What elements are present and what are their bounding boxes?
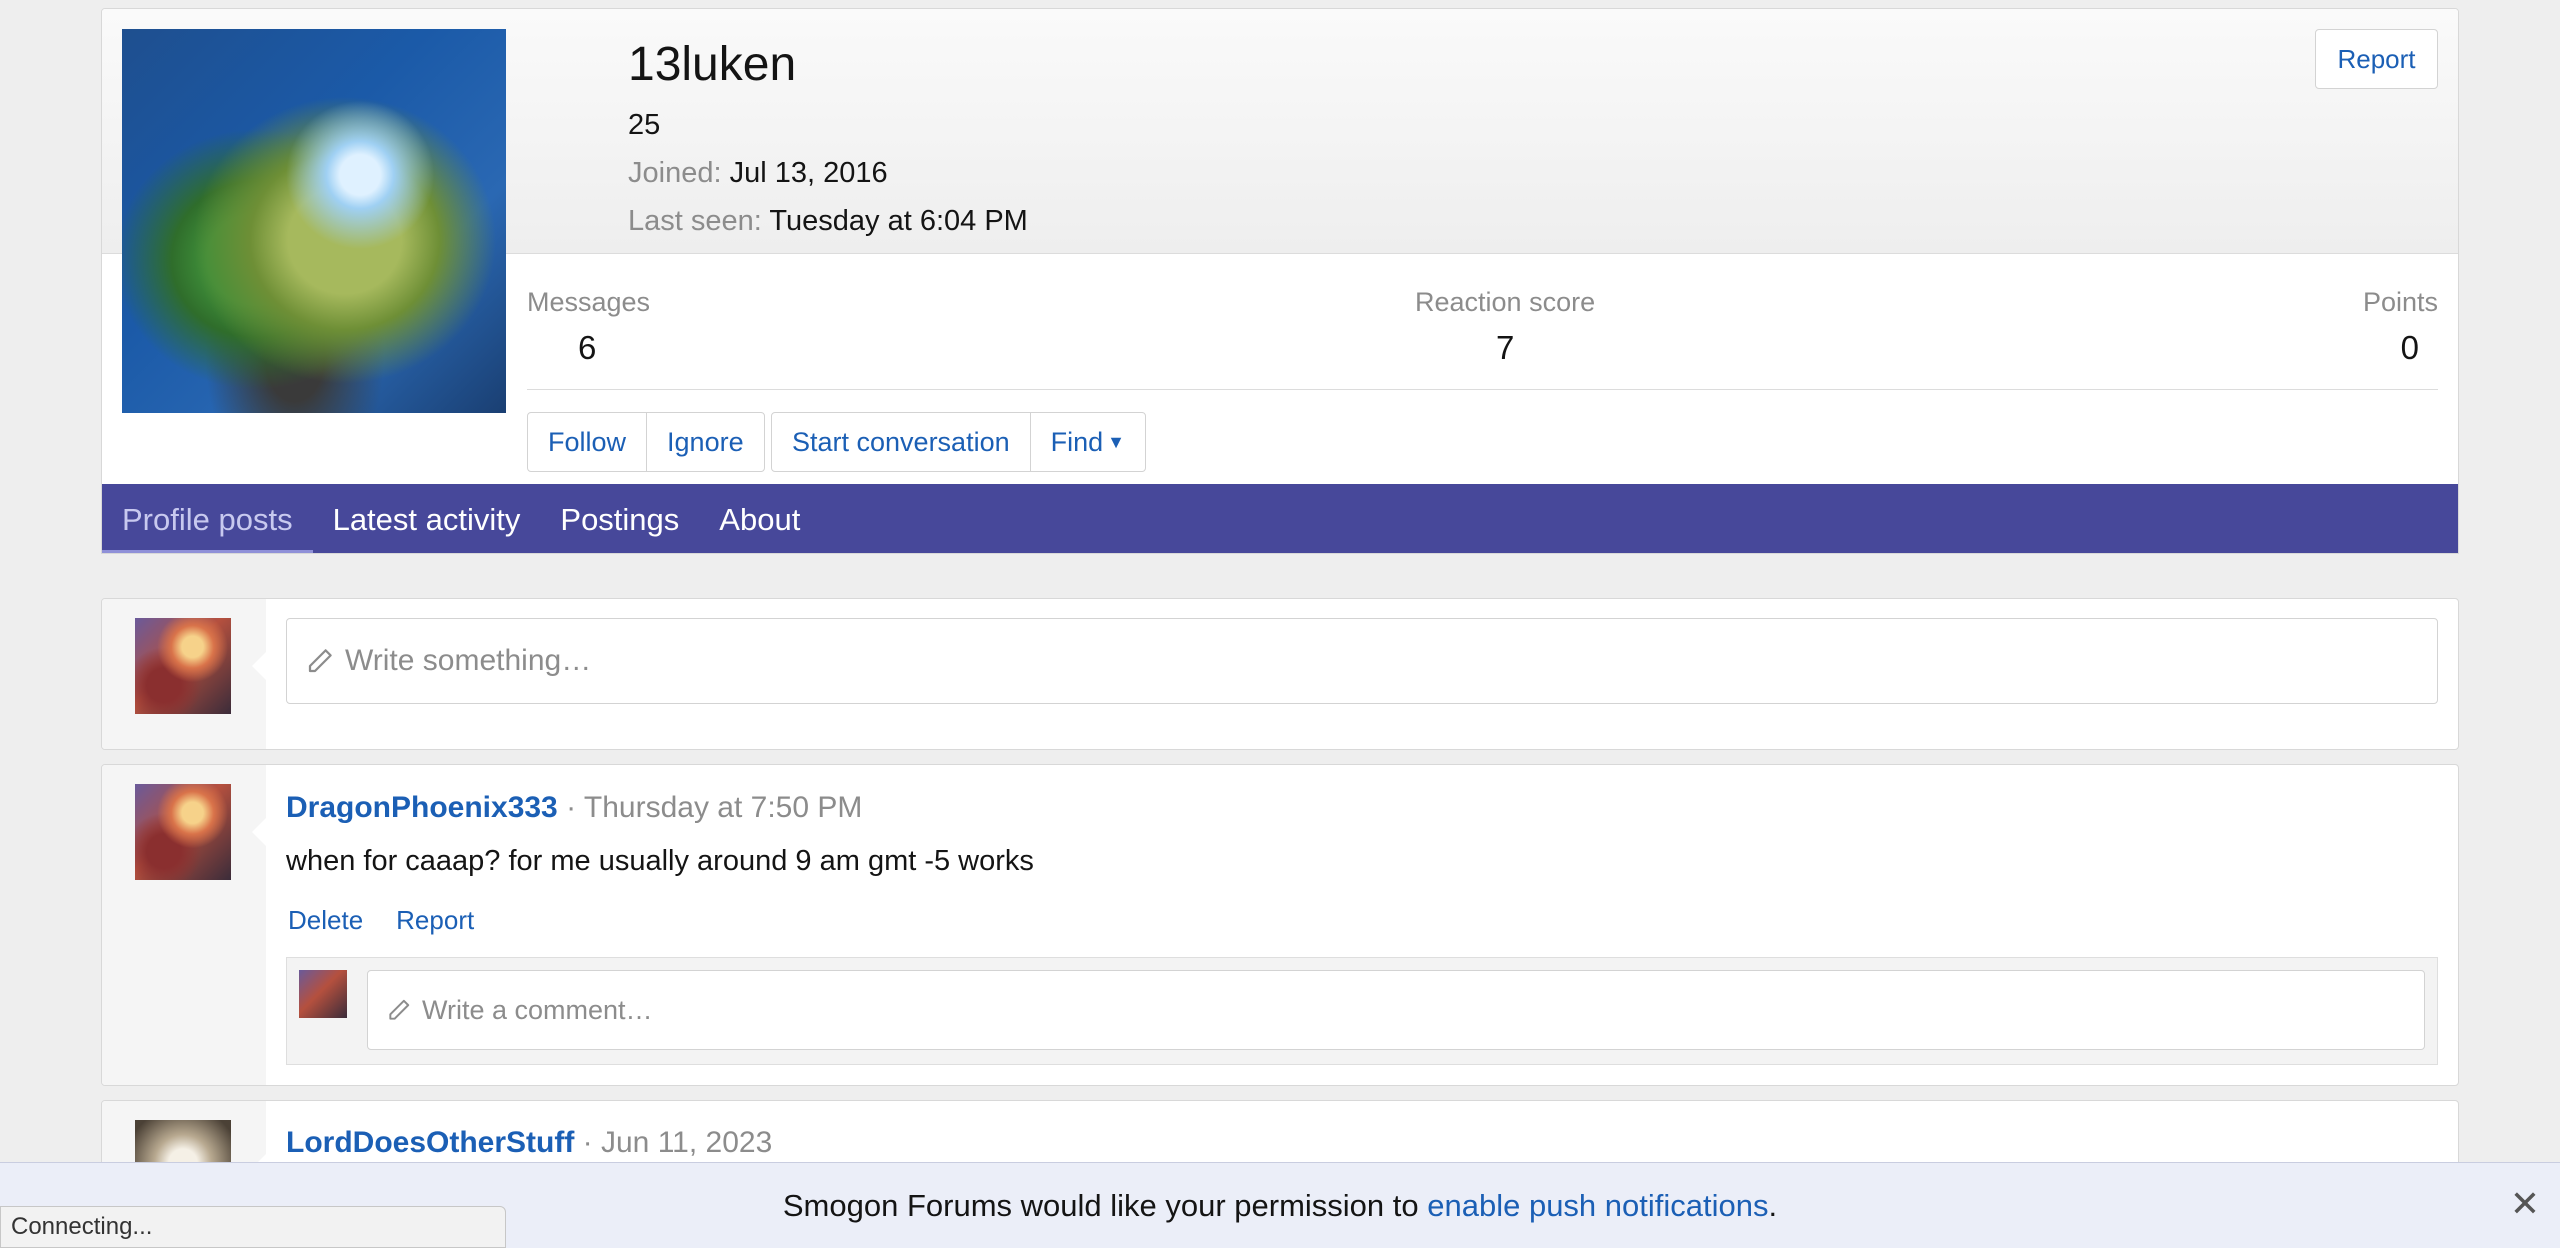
delete-link[interactable]: Delete <box>288 905 363 936</box>
report-link[interactable]: Report <box>396 905 474 936</box>
points-value[interactable]: 0 <box>2401 329 2419 367</box>
messages-label: Messages <box>527 287 651 317</box>
tab-about[interactable]: About <box>699 484 820 553</box>
current-user-avatar[interactable] <box>135 618 231 714</box>
last-seen-label: Last seen: <box>628 205 762 237</box>
reaction-score-value[interactable]: 7 <box>1496 329 1514 367</box>
last-seen-row: Last seen: Tuesday at 6:04 PM <box>628 205 1028 238</box>
joined-row: Joined: Jul 13, 2016 <box>628 157 888 190</box>
composer-notch <box>252 652 266 680</box>
post-author-link[interactable]: LordDoesOtherStuff <box>286 1126 574 1159</box>
profile-post-composer: Write something… <box>101 598 2459 750</box>
post-author-avatar[interactable] <box>135 784 231 880</box>
last-seen-value: Tuesday at 6:04 PM <box>769 205 1028 237</box>
comment-avatar[interactable] <box>299 970 347 1018</box>
enable-push-link[interactable]: enable push notifications <box>1427 1188 1768 1223</box>
push-notice-text: Smogon Forums would like your permission… <box>783 1188 1777 1224</box>
write-comment-placeholder: Write a comment… <box>422 994 653 1025</box>
start-conversation-button[interactable]: Start conversation <box>772 413 1031 471</box>
write-something-placeholder: Write something… <box>345 644 592 677</box>
write-something-input[interactable]: Write something… <box>286 618 2438 704</box>
comment-area: Write a comment… <box>286 957 2438 1065</box>
post-header: DragonPhoenix333 · Thursday at 7:50 PM <box>286 791 862 825</box>
post-separator: · <box>566 791 584 824</box>
conversation-find-group: Start conversation Find ▼ <box>771 412 1146 472</box>
tab-profile-posts[interactable]: Profile posts <box>102 484 313 553</box>
profile-username: 13luken <box>628 38 797 91</box>
tab-latest-activity[interactable]: Latest activity <box>313 484 541 553</box>
find-button[interactable]: Find ▼ <box>1031 413 1145 471</box>
stats-divider <box>527 389 2438 390</box>
reaction-score-label: Reaction score <box>1415 287 1596 317</box>
messages-value[interactable]: 6 <box>578 329 596 367</box>
user-title: 25 <box>628 109 661 141</box>
post-separator: · <box>582 1126 601 1159</box>
pencil-icon <box>389 999 410 1020</box>
push-text-after: . <box>1768 1187 1778 1223</box>
caret-down-icon: ▼ <box>1107 431 1125 452</box>
post-notch <box>252 818 266 846</box>
follow-button[interactable]: Follow <box>528 413 648 471</box>
post-time[interactable]: Jun 11, 2023 <box>601 1126 772 1159</box>
post-author-link[interactable]: DragonPhoenix333 <box>286 791 558 824</box>
ignore-button[interactable]: Ignore <box>647 413 764 471</box>
close-icon[interactable]: ✕ <box>2510 1183 2540 1225</box>
joined-value: Jul 13, 2016 <box>729 157 888 189</box>
pencil-icon <box>308 649 332 673</box>
find-label: Find <box>1050 426 1104 457</box>
push-text-before: Smogon Forums would like your permission… <box>782 1187 1428 1223</box>
points-label: Points <box>2362 287 2438 317</box>
profile-tabs: Profile posts Latest activity Postings A… <box>102 484 2458 553</box>
post-time[interactable]: Thursday at 7:50 PM <box>584 791 862 824</box>
post-header: LordDoesOtherStuff · Jun 11, 2023 <box>286 1126 772 1160</box>
joined-label: Joined: <box>628 157 722 189</box>
browser-status-bubble: Connecting... <box>0 1206 506 1248</box>
post-body: when for caaap? for me usually around 9 … <box>286 845 1034 877</box>
write-comment-input[interactable]: Write a comment… <box>367 970 2425 1050</box>
profile-post: DragonPhoenix333 · Thursday at 7:50 PM w… <box>101 764 2459 1086</box>
profile-avatar[interactable] <box>122 29 506 413</box>
profile-header: 13luken 25 Joined: Jul 13, 2016 Last see… <box>101 8 2459 554</box>
tab-postings[interactable]: Postings <box>540 484 699 553</box>
follow-ignore-group: Follow Ignore <box>527 412 765 472</box>
post-actions: Delete Report <box>288 905 474 936</box>
report-profile-button[interactable]: Report <box>2315 29 2438 89</box>
